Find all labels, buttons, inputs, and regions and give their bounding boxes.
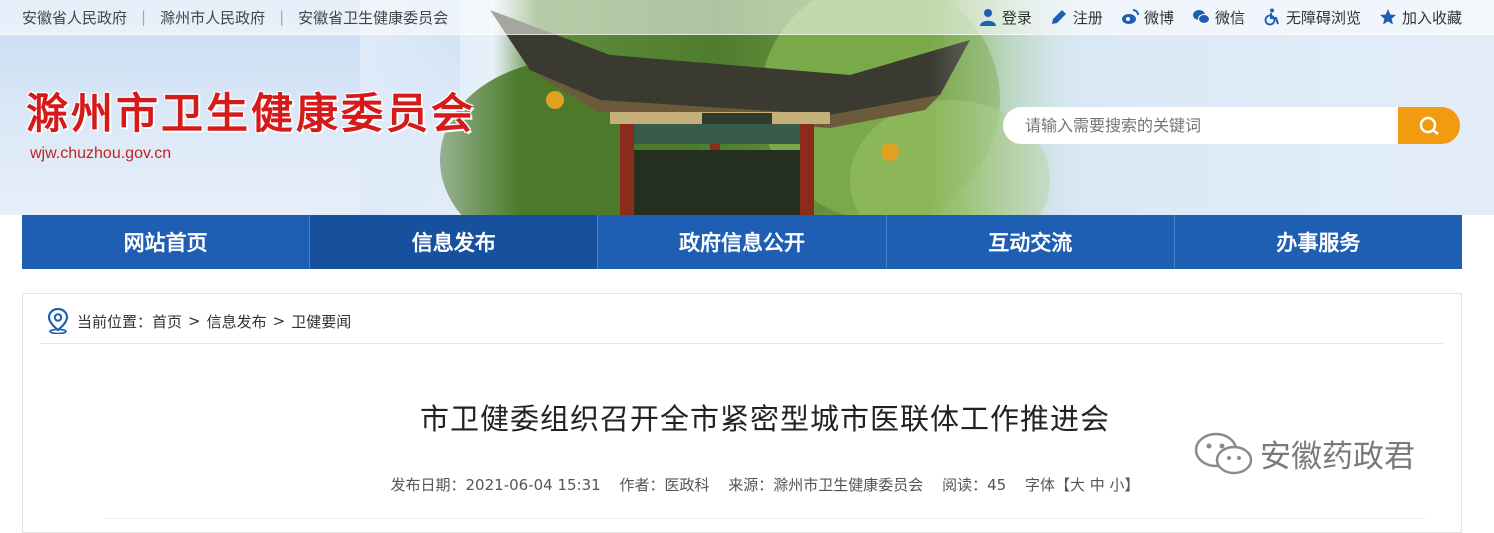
wheelchair-icon xyxy=(1264,8,1279,26)
search-button[interactable] xyxy=(1398,107,1460,144)
font-size-switcher[interactable]: 字体【大 中 小】 xyxy=(1025,476,1140,494)
publish-date: 发布日期：2021-06-04 15:31 xyxy=(390,476,601,494)
nav-interaction[interactable]: 互动交流 xyxy=(887,215,1175,269)
divider xyxy=(41,343,1443,344)
favorite-label: 加入收藏 xyxy=(1401,8,1462,27)
breadcrumb-home[interactable]: 首页 xyxy=(152,311,182,332)
top-link-province-gov[interactable]: 安徽省人民政府 xyxy=(22,7,141,28)
accessibility-link[interactable]: 无障碍浏览 xyxy=(1263,7,1361,28)
content-panel: 当前位置： 首页 > 信息发布 > 卫健要闻 市卫健委组织召开全市紧密型城市医联… xyxy=(22,293,1462,533)
top-link-city-gov[interactable]: 滁州市人民政府 xyxy=(160,7,279,28)
login-label: 登录 xyxy=(1001,8,1032,27)
search-input[interactable] xyxy=(1003,107,1398,144)
article-source: 来源：滁州市卫生健康委员会 xyxy=(728,476,924,494)
breadcrumb-prefix: 当前位置： xyxy=(77,312,153,331)
search-icon xyxy=(1419,116,1439,135)
article-meta: 发布日期：2021-06-04 15:31 作者：医政科 来源：滁州市卫生健康委… xyxy=(23,474,1494,495)
nav-services[interactable]: 办事服务 xyxy=(1175,215,1462,269)
article-author: 作者：医政科 xyxy=(619,476,710,494)
nav-info-release[interactable]: 信息发布 xyxy=(310,215,599,269)
top-bar: 安徽省人民政府 | 滁州市人民政府 | 安徽省卫生健康委员会 登录 注册 微博 … xyxy=(0,0,1494,35)
accessibility-label: 无障碍浏览 xyxy=(1285,8,1361,27)
register-label: 注册 xyxy=(1072,8,1103,27)
read-count: 阅读：45 xyxy=(942,476,1007,494)
nav-gov-info[interactable]: 政府信息公开 xyxy=(598,215,887,269)
watermark-text: 安徽药政君 xyxy=(1260,438,1415,475)
header-banner: 安徽省人民政府 | 滁州市人民政府 | 安徽省卫生健康委员会 登录 注册 微博 … xyxy=(0,0,1494,215)
wechat-link[interactable]: 微信 xyxy=(1192,7,1245,28)
breadcrumb-info-release[interactable]: 信息发布 xyxy=(207,311,267,332)
divider: | xyxy=(279,8,285,26)
login-link[interactable]: 登录 xyxy=(979,7,1032,28)
breadcrumb-separator: > xyxy=(272,312,286,330)
site-title[interactable]: 滁州市卫生健康委员会 xyxy=(26,80,476,141)
weibo-icon xyxy=(1121,9,1139,24)
main-nav: 网站首页 信息发布 政府信息公开 互动交流 办事服务 xyxy=(22,215,1462,269)
top-link-province-health[interactable]: 安徽省卫生健康委员会 xyxy=(298,7,462,28)
favorite-link[interactable]: 加入收藏 xyxy=(1379,7,1462,28)
site-url: wjw.chuzhou.gov.cn xyxy=(30,145,172,162)
nav-home[interactable]: 网站首页 xyxy=(22,215,311,269)
pencil-icon xyxy=(1051,10,1066,24)
divider xyxy=(105,518,1425,519)
wechat-label: 微信 xyxy=(1214,8,1245,27)
divider: | xyxy=(141,8,147,26)
register-link[interactable]: 注册 xyxy=(1050,7,1103,28)
star-icon xyxy=(1379,9,1396,25)
user-icon xyxy=(979,9,996,26)
wechat-icon xyxy=(1192,10,1210,24)
wechat-watermark: 安徽药政君 xyxy=(1192,430,1415,476)
breadcrumb: 当前位置： 首页 > 信息发布 > 卫健要闻 xyxy=(47,308,351,334)
search-bar xyxy=(1003,107,1460,144)
top-links: 安徽省人民政府 | 滁州市人民政府 | 安徽省卫生健康委员会 xyxy=(22,0,462,34)
utility-toolbar: 登录 注册 微博 微信 无障碍浏览 加入收藏 xyxy=(961,0,1462,34)
breadcrumb-health-news[interactable]: 卫健要闻 xyxy=(291,311,351,332)
wechat-logo-icon xyxy=(1194,432,1253,475)
location-pin-icon xyxy=(47,308,69,334)
weibo-link[interactable]: 微博 xyxy=(1121,7,1174,28)
breadcrumb-separator: > xyxy=(188,312,201,330)
weibo-label: 微博 xyxy=(1143,8,1174,27)
